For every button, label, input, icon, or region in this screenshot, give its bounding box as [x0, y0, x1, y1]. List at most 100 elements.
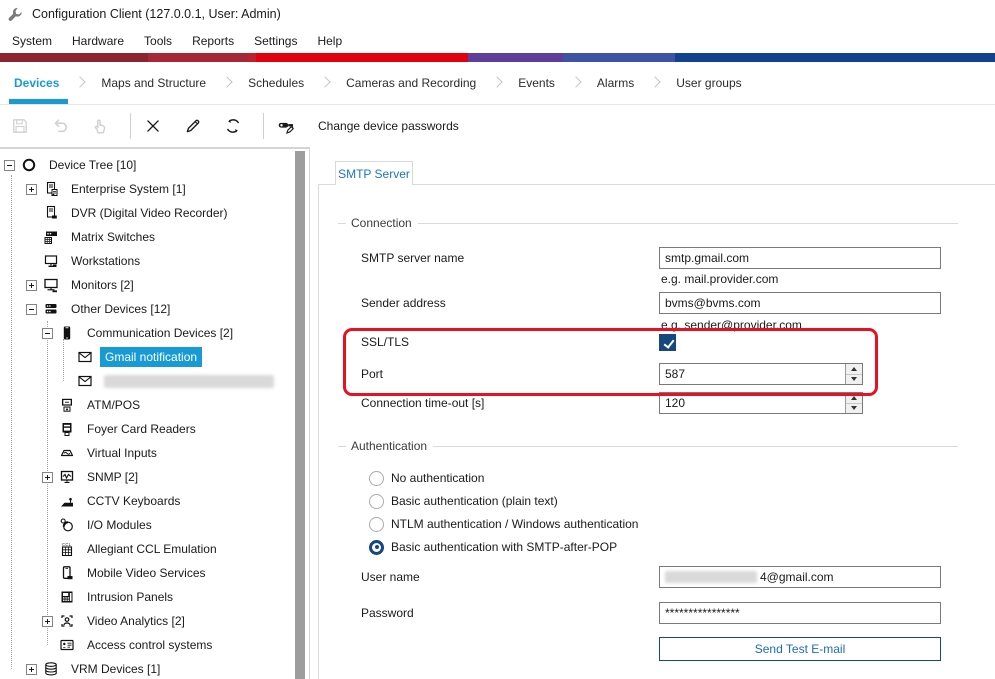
tree-item-gmail-notification[interactable]: Gmail notification	[0, 345, 293, 369]
chevron-right-icon	[75, 76, 86, 87]
user-name-input[interactable]: 4@gmail.com	[659, 566, 941, 588]
menu-help[interactable]: Help	[307, 31, 352, 51]
tree-item-access-control-systems[interactable]: Access control systems	[0, 633, 293, 657]
menu-settings[interactable]: Settings	[244, 31, 307, 51]
menu-system[interactable]: System	[2, 31, 62, 51]
tree-item-matrix-switches[interactable]: Matrix Switches	[0, 225, 293, 249]
tree-item-foyer-card-readers[interactable]: Foyer Card Readers	[0, 417, 293, 441]
nav-tab-schedules[interactable]: Schedules	[248, 62, 304, 104]
radio-basic-authentication-plain-text[interactable]	[369, 494, 384, 509]
password-input[interactable]: ****************	[659, 602, 941, 624]
tree-item-workstations[interactable]: Workstations	[0, 249, 293, 273]
rename-button[interactable]	[181, 111, 211, 141]
tree-item-label: Enterprise System [1]	[66, 179, 191, 199]
radio-label: Basic authentication (plain text)	[391, 494, 558, 508]
expander-expanded-icon[interactable]	[42, 328, 53, 339]
nav-tab-events[interactable]: Events	[518, 62, 555, 104]
chevron-right-icon	[221, 76, 232, 87]
expander-expanded-icon[interactable]	[26, 304, 37, 315]
content-area: SMTP Server Connection SMTP server name …	[310, 147, 995, 679]
sender-address-input[interactable]: bvms@bvms.com	[659, 292, 941, 314]
expander-collapsed-icon[interactable]	[26, 664, 37, 675]
smtp-server-name-hint: e.g. mail.provider.com	[661, 271, 778, 287]
connection-group-title: Connection	[351, 216, 412, 230]
tree-item-cctv-keyboards[interactable]: CCTV Keyboards	[0, 489, 293, 513]
ssl-tls-label: SSL/TLS	[361, 331, 409, 353]
smtp-server-name-input[interactable]: smtp.gmail.com	[659, 247, 941, 269]
intrusion-panel-icon	[58, 589, 76, 605]
wrench-icon	[7, 6, 24, 23]
auth-option-basic-authentication-plain-text: Basic authentication (plain text)	[369, 493, 558, 509]
workstation-icon	[42, 253, 60, 269]
tree-item-label: Allegiant CCL Emulation	[82, 539, 222, 559]
expander-collapsed-icon[interactable]	[42, 472, 53, 483]
tree-item-communication-devices-2[interactable]: Communication Devices [2]	[0, 321, 293, 345]
port-label: Port	[361, 363, 383, 385]
access-control-icon	[58, 637, 76, 653]
menu-reports[interactable]: Reports	[182, 31, 244, 51]
tree-item-dvr-digital-video-recorder[interactable]: DVR (Digital Video Recorder)	[0, 201, 293, 225]
tree-item-enterprise-system-1[interactable]: Enterprise System [1]	[0, 177, 293, 201]
expander-collapsed-icon[interactable]	[42, 616, 53, 627]
timeout-input[interactable]: 120	[659, 392, 863, 414]
tree-item-monitors-2[interactable]: Monitors [2]	[0, 273, 293, 297]
smtp-server-tab[interactable]: SMTP Server	[335, 161, 413, 185]
tree-item-label: Matrix Switches	[66, 227, 160, 247]
svg-text:CCL: CCL	[62, 542, 72, 547]
chevron-right-icon	[319, 76, 330, 87]
tree-scrollbar-thumb[interactable]	[295, 151, 305, 679]
tree-item-device-tree-10[interactable]: Device Tree [10]	[0, 153, 293, 177]
toolbar-separator	[130, 113, 131, 139]
spin-up-button[interactable]	[846, 393, 862, 404]
nav-tab-maps-and-structure[interactable]: Maps and Structure	[101, 62, 206, 104]
card-reader-icon	[58, 421, 76, 437]
tree-item-virtual-inputs[interactable]: Virtual Inputs	[0, 441, 293, 465]
tree-item-redacted[interactable]	[0, 369, 293, 393]
tree-scrollbar[interactable]	[295, 151, 305, 679]
nav-tab-alarms[interactable]: Alarms	[597, 62, 634, 104]
smtp-server-name-label: SMTP server name	[361, 247, 464, 269]
spin-down-button[interactable]	[846, 404, 862, 414]
device-tree: Device Tree [10]Enterprise System [1]DVR…	[0, 153, 293, 679]
radio-no-authentication[interactable]	[369, 471, 384, 486]
tree-item-allegiant-ccl-emulation[interactable]: CCL Allegiant CCL Emulation	[0, 537, 293, 561]
tree-item-vrm-devices-1[interactable]: VRM Devices [1]	[0, 657, 293, 679]
delete-button[interactable]	[141, 111, 171, 141]
change-device-passwords-button[interactable]	[274, 111, 304, 141]
tree-item-mobile-video-services[interactable]: Mobile Video Services	[0, 561, 293, 585]
send-test-email-button[interactable]: Send Test E-mail	[659, 637, 941, 661]
save-button[interactable]	[8, 111, 38, 141]
save-icon	[11, 118, 29, 134]
nav-tab-cameras-and-recording[interactable]: Cameras and Recording	[346, 62, 476, 104]
auth-option-basic-authentication-with-smtp-after-pop: Basic authentication with SMTP-after-POP	[369, 539, 617, 555]
atm-pos-icon	[58, 397, 76, 413]
toolbar-separator	[263, 113, 264, 139]
spin-up-button[interactable]	[846, 364, 862, 375]
tree-item-intrusion-panels[interactable]: Intrusion Panels	[0, 585, 293, 609]
expander-collapsed-icon[interactable]	[26, 280, 37, 291]
nav-tab-user-groups[interactable]: User groups	[676, 62, 741, 104]
undo-icon	[51, 118, 69, 134]
toolbar: Change device passwords	[0, 104, 995, 147]
tree-item-i-o-modules[interactable]: I/O Modules	[0, 513, 293, 537]
reload-button[interactable]	[221, 111, 251, 141]
expander-expanded-icon[interactable]	[4, 160, 15, 171]
change-passwords-label: Change device passwords	[318, 119, 459, 133]
radio-ntlm-authentication-windows-authentication[interactable]	[369, 517, 384, 532]
tree-item-video-analytics-2[interactable]: Video Analytics [2]	[0, 609, 293, 633]
spin-down-button[interactable]	[846, 375, 862, 385]
ssl-tls-checkbox[interactable]	[659, 334, 676, 351]
activate-button[interactable]	[88, 111, 118, 141]
menu-hardware[interactable]: Hardware	[62, 31, 134, 51]
undo-button[interactable]	[48, 111, 78, 141]
nav-tab-devices[interactable]: Devices	[14, 62, 59, 104]
port-input[interactable]: 587	[659, 363, 863, 385]
expander-collapsed-icon[interactable]	[26, 184, 37, 195]
tree-item-label: ATM/POS	[82, 395, 145, 415]
tree-item-snmp-2[interactable]: SNMP [2]	[0, 465, 293, 489]
tree-item-other-devices-12[interactable]: Other Devices [12]	[0, 297, 293, 321]
radio-basic-authentication-with-smtp-after-pop[interactable]	[369, 540, 384, 555]
tree-item-atm-pos[interactable]: ATM/POS	[0, 393, 293, 417]
menu-tools[interactable]: Tools	[134, 31, 182, 51]
tree-item-label: Mobile Video Services	[82, 563, 211, 583]
